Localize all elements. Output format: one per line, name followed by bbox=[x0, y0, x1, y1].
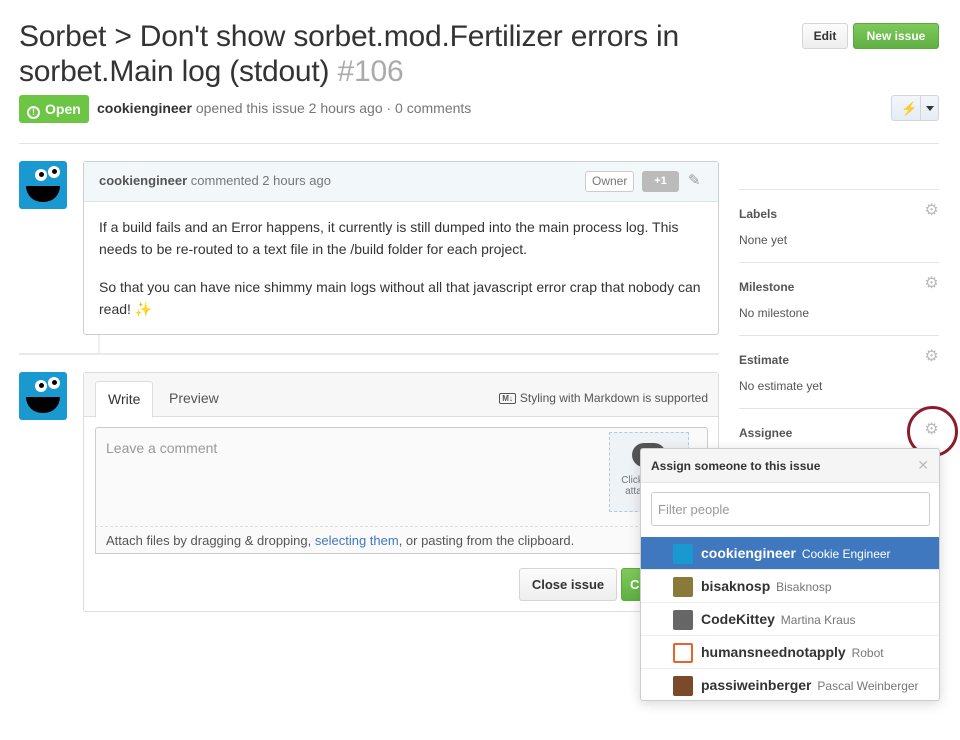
avatar[interactable] bbox=[19, 161, 67, 209]
gear-icon[interactable]: ⚙ bbox=[924, 203, 939, 219]
avatar bbox=[673, 577, 693, 597]
attach-prefix: Attach files by dragging & dropping, bbox=[106, 533, 315, 548]
sidebar-milestone: Milestone ⚙ No milestone bbox=[739, 262, 939, 335]
sidebar-estimate-title: Estimate bbox=[739, 353, 790, 367]
chevron-down-icon[interactable] bbox=[926, 106, 934, 111]
sidebar-labels-value: None yet bbox=[739, 233, 788, 247]
lightning-icon: ⚡ bbox=[901, 101, 918, 116]
divider bbox=[920, 96, 921, 120]
comment-paragraph: So that you can have nice shimmy main lo… bbox=[99, 279, 701, 317]
people-list: cookiengineer Cookie Engineer bisaknosp … bbox=[641, 537, 939, 700]
sidebar-assignee-title: Assignee bbox=[739, 426, 793, 440]
alert-icon: ! bbox=[27, 106, 40, 119]
markdown-note[interactable]: M↓ Styling with Markdown is supported bbox=[499, 391, 708, 405]
edit-button[interactable]: Edit bbox=[802, 23, 848, 49]
dropdown-title: Assign someone to this issue bbox=[651, 459, 821, 473]
attach-suffix: , or pasting from the clipboard. bbox=[398, 533, 575, 548]
new-issue-button[interactable]: New issue bbox=[853, 23, 939, 49]
notification-toggle[interactable]: ⚡ bbox=[891, 95, 939, 121]
attach-hint: Attach files by dragging & dropping, sel… bbox=[95, 526, 708, 554]
comment-header: cookiengineer commented 2 hours ago Owne… bbox=[84, 162, 718, 202]
avatar bbox=[673, 676, 693, 696]
markdown-icon: M↓ bbox=[499, 393, 516, 404]
person-login: cookiengineer bbox=[701, 545, 796, 561]
issue-title: Sorbet > Don't show sorbet.mod.Fertilize… bbox=[19, 19, 759, 89]
pencil-icon[interactable]: ✎ bbox=[688, 171, 701, 189]
status-badge-label: Open bbox=[45, 101, 81, 117]
avatar bbox=[673, 643, 693, 663]
close-issue-button[interactable]: Close issue bbox=[519, 568, 617, 601]
comment-placeholder: Leave a comment bbox=[106, 440, 218, 456]
sidebar-labels: Labels ⚙ None yet bbox=[739, 189, 939, 262]
comment-paragraph: If a build fails and an Error happens, i… bbox=[99, 219, 679, 257]
list-item[interactable]: passiweinberger Pascal Weinberger bbox=[641, 669, 939, 700]
person-name: Martina Kraus bbox=[780, 613, 856, 627]
avatar[interactable] bbox=[19, 372, 67, 420]
plus-one-button[interactable]: +1 bbox=[642, 171, 679, 192]
select-files-link[interactable]: selecting them bbox=[315, 533, 399, 548]
person-name: Pascal Weinberger bbox=[817, 679, 919, 693]
tab-preview[interactable]: Preview bbox=[157, 381, 231, 418]
markdown-note-label: Styling with Markdown is supported bbox=[519, 391, 708, 405]
sidebar-estimate-value: No estimate yet bbox=[739, 379, 823, 393]
list-item[interactable]: cookiengineer Cookie Engineer bbox=[641, 537, 939, 570]
tab-write[interactable]: Write bbox=[95, 381, 154, 418]
person-login: CodeKittey bbox=[701, 611, 775, 627]
gear-icon[interactable]: ⚙ bbox=[924, 276, 939, 292]
issue-number: #106 bbox=[337, 55, 404, 88]
sidebar-milestone-value: No milestone bbox=[739, 306, 810, 320]
person-login: humansneednotapply bbox=[701, 644, 846, 660]
sidebar-milestone-title: Milestone bbox=[739, 280, 795, 294]
person-login: passiweinberger bbox=[701, 677, 812, 693]
avatar bbox=[673, 610, 693, 630]
dropdown-header: Assign someone to this issue ✕ bbox=[641, 449, 939, 483]
gear-icon[interactable]: ⚙ bbox=[924, 349, 939, 365]
issue-comment: cookiengineer commented 2 hours ago Owne… bbox=[83, 161, 719, 335]
new-comment-form: Write Preview M↓ Styling with Markdown is… bbox=[83, 372, 719, 612]
issue-meta: cookiengineer opened this issue 2 hours … bbox=[97, 100, 471, 116]
avatar bbox=[673, 544, 693, 564]
editor-tabs: Write Preview M↓ Styling with Markdown is… bbox=[84, 373, 718, 418]
person-name: Bisaknosp bbox=[776, 580, 832, 594]
sidebar-estimate: Estimate ⚙ No estimate yet bbox=[739, 335, 939, 408]
divider bbox=[19, 143, 939, 144]
status-badge: ! Open bbox=[19, 95, 89, 123]
author-link[interactable]: cookiengineer bbox=[97, 100, 192, 116]
list-item[interactable]: CodeKittey Martina Kraus bbox=[641, 603, 939, 636]
sidebar-labels-title: Labels bbox=[739, 207, 778, 221]
person-login: bisaknosp bbox=[701, 578, 771, 594]
close-icon[interactable]: ✕ bbox=[917, 457, 929, 474]
comment-time: commented 2 hours ago bbox=[190, 173, 331, 188]
list-item[interactable]: bisaknosp Bisaknosp bbox=[641, 570, 939, 603]
divider bbox=[19, 353, 719, 355]
filter-people-input[interactable]: Filter people bbox=[651, 492, 930, 526]
assignee-dropdown: Assign someone to this issue ✕ Filter pe… bbox=[640, 448, 940, 701]
owner-badge: Owner bbox=[585, 171, 635, 192]
comment-body: If a build fails and an Error happens, i… bbox=[84, 202, 718, 350]
list-item[interactable]: humansneednotapply Robot bbox=[641, 636, 939, 669]
comment-author[interactable]: cookiengineer bbox=[99, 173, 187, 188]
filter-placeholder: Filter people bbox=[658, 502, 730, 517]
person-name: Cookie Engineer bbox=[801, 547, 891, 561]
opened-text: opened this issue 2 hours ago · 0 commen… bbox=[195, 100, 472, 116]
person-name: Robot bbox=[851, 646, 884, 660]
timeline-connector bbox=[98, 335, 100, 353]
